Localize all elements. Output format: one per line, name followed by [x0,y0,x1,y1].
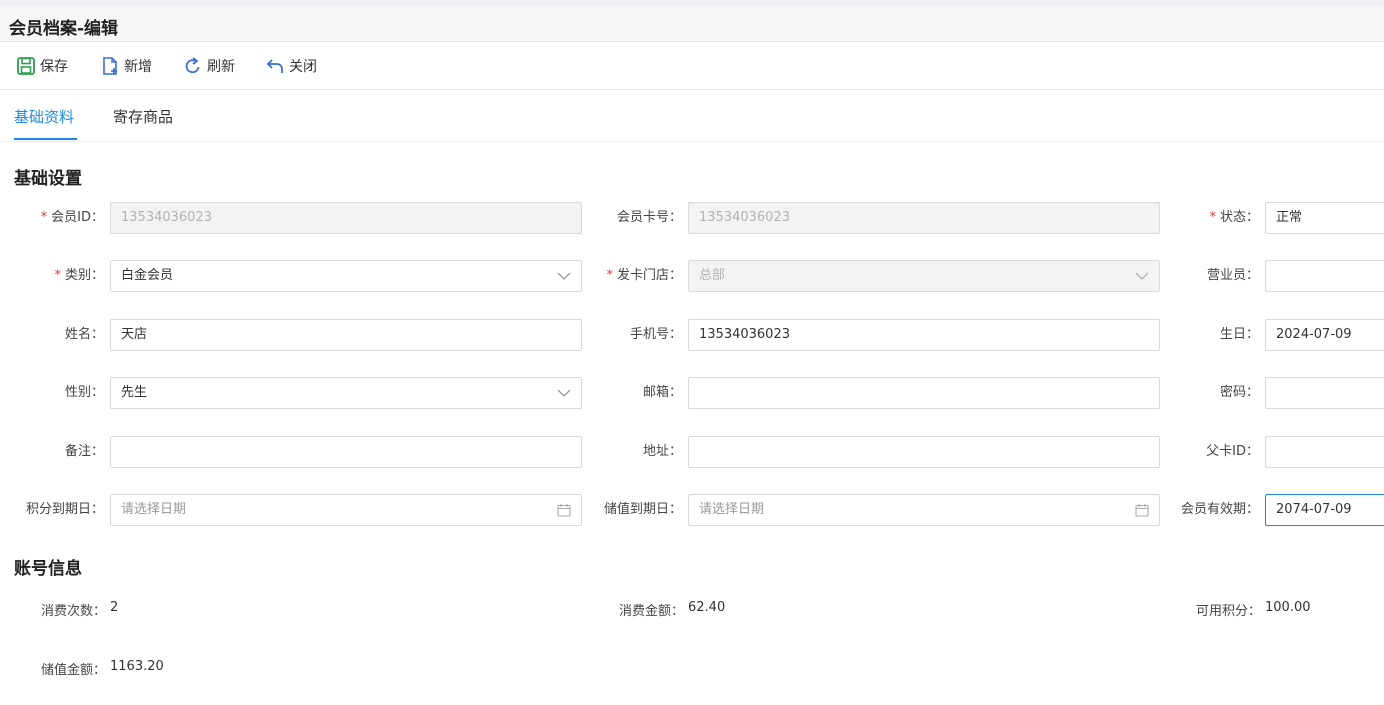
account-section-title: 账号信息 [14,559,82,579]
stored-label: 储值金额： [40,663,106,678]
calendar-icon [1135,504,1149,517]
remark-label: 备注： [64,444,104,459]
tab-basic-info[interactable]: 基础资料 [14,106,74,127]
calendar-icon [557,504,571,517]
password-input[interactable] [1265,377,1384,409]
category-select[interactable]: 白金会员 [110,260,582,292]
issue-store-value: 总部 [699,268,726,283]
points-expiry-date-picker[interactable]: 请选择日期 [110,494,582,526]
chevron-down-icon [1135,272,1149,280]
new-file-icon [103,57,117,75]
stored-expiry-label: 储值到期日： [603,502,682,517]
points-value: 100.00 [1265,600,1311,615]
toolbar: 保存 新增 刷新 关闭 [0,42,1384,90]
category-label: * 类别： [54,268,104,283]
password-label: 密码： [1219,385,1259,400]
card-no-input[interactable]: 13534036023 [688,202,1160,234]
spent-label: 消费金额： [618,604,684,619]
refresh-button[interactable]: 刷新 [183,55,235,77]
remark-input[interactable] [110,436,582,468]
active-tab-indicator [14,138,77,140]
stored-expiry-placeholder: 请选择日期 [699,502,765,517]
title-bar: 会员档案-编辑 [0,6,1384,42]
visits-value: 2 [110,600,119,615]
category-value: 白金会员 [121,268,174,283]
undo-arrow-icon [266,59,283,73]
phone-label: 手机号： [629,327,682,342]
gender-value: 先生 [121,385,148,400]
stored-value: 1163.20 [110,659,164,674]
save-button[interactable]: 保存 [16,55,68,77]
close-label: 关闭 [289,59,317,75]
salesperson-label: 营业员： [1206,268,1259,283]
chevron-down-icon [557,389,571,397]
address-label: 地址： [642,444,682,459]
email-label: 邮箱： [642,385,682,400]
salesperson-select[interactable] [1265,260,1384,292]
issue-store-select[interactable]: 总部 [688,260,1160,292]
email-input[interactable] [688,377,1160,409]
spent-value: 62.40 [688,600,726,615]
tab-stored-goods[interactable]: 寄存商品 [113,106,173,127]
member-id-label: * 会员ID： [40,210,104,225]
gender-select[interactable]: 先生 [110,377,582,409]
phone-input[interactable]: 13534036023 [688,319,1160,351]
valid-until-label: 会员有效期： [1180,502,1259,517]
chevron-down-icon [557,272,571,280]
issue-store-label: * 发卡门店： [606,268,682,283]
member-id-input[interactable]: 13534036023 [110,202,582,234]
points-expiry-placeholder: 请选择日期 [121,502,187,517]
save-label: 保存 [40,59,68,75]
page-title: 会员档案-编辑 [9,19,119,39]
name-label: 姓名： [64,327,104,342]
visits-label: 消费次数： [40,604,106,619]
add-label: 新增 [124,59,152,75]
valid-until-date-picker[interactable]: 2074-07-09 [1265,494,1384,526]
save-icon [17,57,35,75]
refresh-icon [185,57,200,74]
birthday-label: 生日： [1219,327,1259,342]
refresh-label: 刷新 [207,59,235,75]
parent-card-input[interactable] [1265,436,1384,468]
basic-section-title: 基础设置 [14,169,82,189]
add-button[interactable]: 新增 [100,55,152,77]
tab-bar: 基础资料 寄存商品 [0,90,1384,142]
name-input[interactable]: 天店 [110,319,582,351]
birthday-input[interactable]: 2024-07-09 [1265,319,1384,351]
points-expiry-label: 积分到期日： [25,502,104,517]
status-label: * 状态： [1209,210,1259,225]
gender-label: 性别： [64,385,104,400]
card-no-label: 会员卡号： [616,210,682,225]
close-button[interactable]: 关闭 [265,55,317,77]
points-label: 可用积分： [1195,604,1261,619]
address-input[interactable] [688,436,1160,468]
stored-expiry-date-picker[interactable]: 请选择日期 [688,494,1160,526]
parent-card-label: 父卡ID： [1206,444,1259,459]
status-select[interactable]: 正常 [1265,202,1384,234]
